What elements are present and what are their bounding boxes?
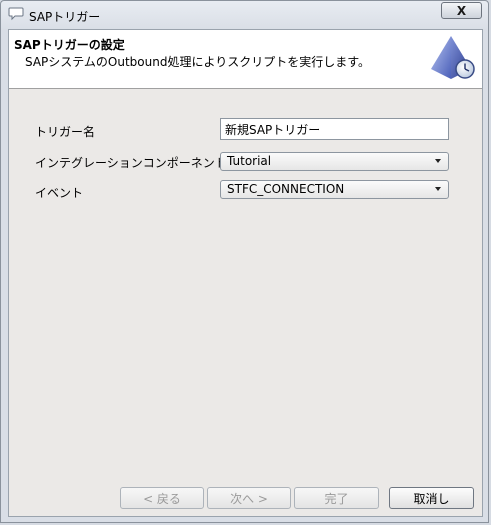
next-button[interactable]: 次へ > xyxy=(207,487,291,509)
event-select[interactable]: STFC_CONNECTION xyxy=(220,180,449,199)
integration-component-label: インテグレーションコンポーネント xyxy=(35,156,227,170)
dialog-content: SAPトリガーの設定 SAPシステムのOutbound処理によりスクリプトを実行… xyxy=(8,29,483,517)
trigger-name-label: トリガー名 xyxy=(35,125,96,139)
finish-button[interactable]: 完了 xyxy=(294,487,379,509)
close-icon: X xyxy=(456,3,467,18)
integration-component-select[interactable]: Tutorial xyxy=(220,152,449,171)
close-button[interactable]: X xyxy=(441,2,482,19)
wizard-header: SAPトリガーの設定 SAPシステムのOutbound処理によりスクリプトを実行… xyxy=(9,30,482,89)
trigger-name-input[interactable] xyxy=(220,118,449,140)
pyramid-clock-icon xyxy=(431,36,475,79)
chevron-down-icon xyxy=(435,187,441,191)
page-description: SAPシステムのOutbound処理によりスクリプトを実行します。 xyxy=(25,55,371,69)
page-title: SAPトリガーの設定 xyxy=(14,38,125,52)
dialog-window: SAPトリガー X SAPトリガーの設定 SAPシステムのOutbound処理に… xyxy=(0,0,489,523)
event-label: イベント xyxy=(35,186,84,200)
finish-button-label: 完了 xyxy=(324,491,349,506)
speech-bubble-icon xyxy=(8,7,24,21)
window-title: SAPトリガー xyxy=(29,10,101,24)
title-bar[interactable]: SAPトリガー X xyxy=(1,1,488,29)
cancel-button-label: 取消し xyxy=(413,491,450,506)
integration-component-value: Tutorial xyxy=(227,154,272,168)
next-button-label: 次へ > xyxy=(230,491,268,506)
back-button[interactable]: < 戻る xyxy=(120,487,204,509)
back-button-label: < 戻る xyxy=(143,491,181,506)
chevron-down-icon xyxy=(435,159,441,163)
event-value: STFC_CONNECTION xyxy=(227,182,345,196)
cancel-button[interactable]: 取消し xyxy=(389,487,474,509)
